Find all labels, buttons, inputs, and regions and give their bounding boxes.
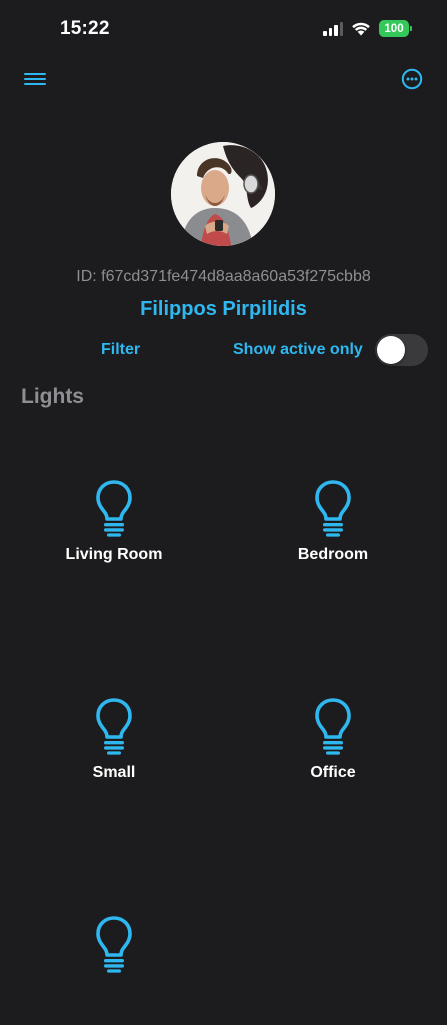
wifi-icon — [352, 22, 370, 36]
light-card-office[interactable]: Office — [253, 697, 413, 807]
lightbulb-icon — [315, 698, 351, 755]
light-label: Living Room — [65, 546, 163, 563]
lightbulb-icon — [315, 480, 351, 537]
lightbulb-icon — [96, 916, 132, 973]
more-options-button[interactable] — [401, 68, 423, 90]
light-card-living-room[interactable]: Living Room — [34, 479, 194, 589]
status-indicators: 100 — [323, 20, 412, 37]
toggle-knob — [377, 336, 405, 364]
light-card[interactable] — [34, 915, 194, 1025]
show-active-only-toggle[interactable] — [375, 334, 428, 366]
lightbulb-icon — [96, 480, 132, 537]
filter-button[interactable]: Filter — [101, 341, 140, 359]
lights-section-title: Lights — [21, 385, 84, 408]
user-name: Filippos Pirpilidis — [140, 298, 307, 320]
light-card-bedroom[interactable]: Bedroom — [253, 479, 413, 589]
avatar[interactable] — [171, 142, 275, 246]
light-card-small[interactable]: Small — [34, 697, 194, 807]
cellular-signal-icon — [323, 21, 343, 36]
light-label: Bedroom — [297, 546, 369, 563]
status-bar: 15:22 100 — [0, 0, 447, 60]
light-label: Office — [310, 764, 356, 781]
light-label: Small — [92, 764, 136, 781]
user-id-text: ID: f67cd371fe474d8aa8a60a53f275cbb8 — [76, 268, 371, 285]
lightbulb-icon — [96, 698, 132, 755]
battery-icon: 100 — [379, 20, 412, 37]
ellipsis-circle-icon — [401, 68, 423, 90]
show-active-only-label: Show active only — [233, 341, 363, 358]
hamburger-menu-icon[interactable] — [22, 68, 48, 90]
status-time: 15:22 — [60, 18, 110, 39]
battery-level: 100 — [384, 22, 404, 35]
